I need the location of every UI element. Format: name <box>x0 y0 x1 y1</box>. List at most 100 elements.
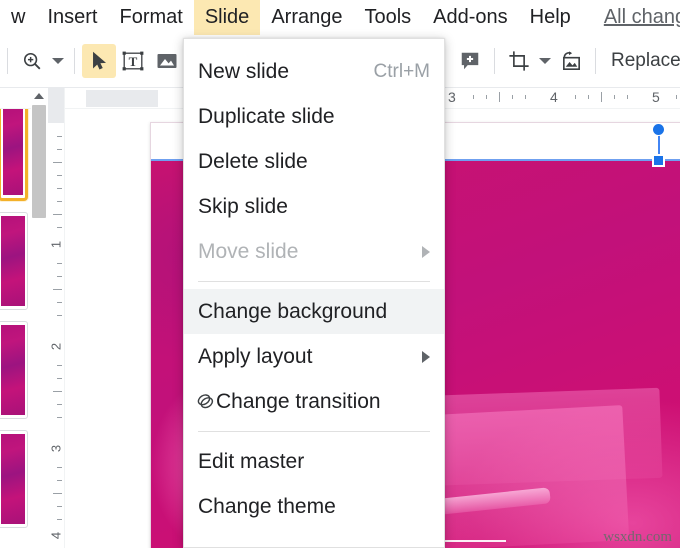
slide-thumbnail-4[interactable] <box>0 430 28 528</box>
menu-separator <box>198 431 430 432</box>
slide-menu-dropdown[interactable]: New slide Ctrl+M Duplicate slide Delete … <box>183 38 445 548</box>
vruler-number: 3 <box>48 444 64 453</box>
menu-item-edit-master[interactable]: Edit master <box>184 439 444 484</box>
ruler-tick <box>57 315 62 316</box>
chevron-right-icon <box>422 245 430 258</box>
menu-item-skip-slide[interactable]: Skip slide <box>184 184 444 229</box>
resize-handle-top-right[interactable] <box>652 154 665 167</box>
slide-thumbnail-2[interactable] <box>0 212 28 310</box>
ruler-tick <box>57 276 62 277</box>
slide-thumbnail-3[interactable] <box>0 321 28 419</box>
menu-item-change-theme[interactable]: Change theme <box>184 484 444 529</box>
menu-insert[interactable]: Insert <box>36 0 108 35</box>
toolbar-divider <box>7 48 8 74</box>
all-changes-saved-link[interactable]: All change <box>596 1 680 34</box>
vruler-number: 1 <box>48 240 64 249</box>
ruler-tick <box>676 95 677 99</box>
menu-item-label: Apply layout <box>198 344 313 368</box>
ruler-tick <box>57 506 62 507</box>
chevron-right-icon <box>422 350 430 363</box>
menu-item-label: Edit master <box>198 449 305 473</box>
thumbnail-preview <box>1 216 25 306</box>
menu-item-change-transition[interactable]: Change transition <box>184 379 444 424</box>
zoom-in-icon[interactable] <box>15 44 49 78</box>
ruler-tick <box>512 95 513 99</box>
menu-item-label: Change background <box>198 299 388 323</box>
google-slides-window: w Insert Format Slide Arrange Tools Add-… <box>0 0 680 548</box>
menu-item-shortcut: Ctrl+M <box>373 60 430 82</box>
ruler-tick <box>57 404 62 405</box>
add-comment-icon[interactable] <box>453 44 487 78</box>
zoom-chevron-down-icon[interactable] <box>49 46 67 76</box>
ruler-tick <box>525 95 526 99</box>
watermark-text: wsxdn.com <box>603 529 672 545</box>
menu-item-label: Duplicate slide <box>198 104 335 128</box>
menu-format[interactable]: Format <box>108 0 193 35</box>
ruler-tick <box>627 95 628 99</box>
ruler-tick <box>57 175 62 176</box>
menu-item-delete-slide[interactable]: Delete slide <box>184 139 444 184</box>
menu-separator <box>198 281 430 282</box>
ruler-tick <box>57 263 62 264</box>
vruler-number: 4 <box>48 531 64 540</box>
menu-item-apply-layout[interactable]: Apply layout <box>184 334 444 379</box>
replace-image-button[interactable]: Replace <box>603 50 680 72</box>
ruler-tick <box>57 149 62 150</box>
menu-item-move-slide: Move slide <box>184 229 444 274</box>
menu-tools[interactable]: Tools <box>353 0 422 35</box>
menu-item-duplicate-slide[interactable]: Duplicate slide <box>184 94 444 139</box>
ruler-tick <box>57 136 62 137</box>
ruler-tick <box>57 378 62 379</box>
menu-item-label: Change transition <box>216 389 381 413</box>
menu-item-label: Move slide <box>198 239 299 263</box>
toolbar-divider <box>74 48 75 74</box>
image-mask-icon[interactable] <box>554 44 588 78</box>
menu-item-label: New slide <box>198 59 290 83</box>
ruler-tick-major <box>53 493 62 494</box>
ruler-margin-band <box>86 90 158 107</box>
thumbnail-preview <box>1 434 25 524</box>
ruler-tick <box>57 365 62 366</box>
toolbar-divider <box>595 48 596 74</box>
hruler-number: 3 <box>448 89 456 105</box>
rotate-handle[interactable] <box>652 123 665 136</box>
scrollbar-thumb[interactable] <box>32 105 46 218</box>
menu-item-new-slide[interactable]: New slide Ctrl+M <box>184 49 444 94</box>
hruler-number: 4 <box>550 89 558 105</box>
ruler-tick <box>486 95 487 99</box>
menu-slide[interactable]: Slide <box>193 0 261 35</box>
transition-icon <box>184 391 216 412</box>
menu-item-label: Change theme <box>198 494 336 518</box>
menu-arrange[interactable]: Arrange <box>260 0 353 35</box>
crop-icon[interactable] <box>502 44 536 78</box>
ruler-tick-major <box>499 92 500 102</box>
menu-w[interactable]: w <box>0 0 36 35</box>
menu-add-ons[interactable]: Add-ons <box>422 0 519 35</box>
ruler-tick <box>57 480 62 481</box>
menu-item-label: Delete slide <box>198 149 308 173</box>
slide-thumbnail-1[interactable] <box>0 109 28 201</box>
ruler-tick-major <box>601 92 602 102</box>
ruler-tick <box>57 302 62 303</box>
vertical-ruler[interactable]: 1 2 3 4 <box>47 88 65 548</box>
chevron-up-icon[interactable] <box>31 88 47 104</box>
ruler-tick <box>57 417 62 418</box>
ruler-tick-major <box>53 391 62 392</box>
ruler-tick-major <box>53 214 62 215</box>
insert-image-icon[interactable] <box>150 44 184 78</box>
menu-item-change-background[interactable]: Change background <box>184 289 444 334</box>
menu-item-label: Skip slide <box>198 194 288 218</box>
slide-filmstrip[interactable] <box>0 109 30 548</box>
text-box-icon[interactable]: T <box>116 44 150 78</box>
menu-help[interactable]: Help <box>519 0 582 35</box>
crop-chevron-down-icon[interactable] <box>536 46 554 76</box>
ruler-tick <box>57 467 62 468</box>
cursor-arrow-icon[interactable] <box>82 44 116 78</box>
ruler-tick <box>614 95 615 99</box>
ruler-tick <box>57 519 62 520</box>
ruler-tick <box>57 201 62 202</box>
filmstrip-scrollbar[interactable] <box>31 88 47 548</box>
thumbnail-preview <box>1 325 25 415</box>
ruler-tick-major <box>53 289 62 290</box>
ruler-tick-major <box>53 162 62 163</box>
